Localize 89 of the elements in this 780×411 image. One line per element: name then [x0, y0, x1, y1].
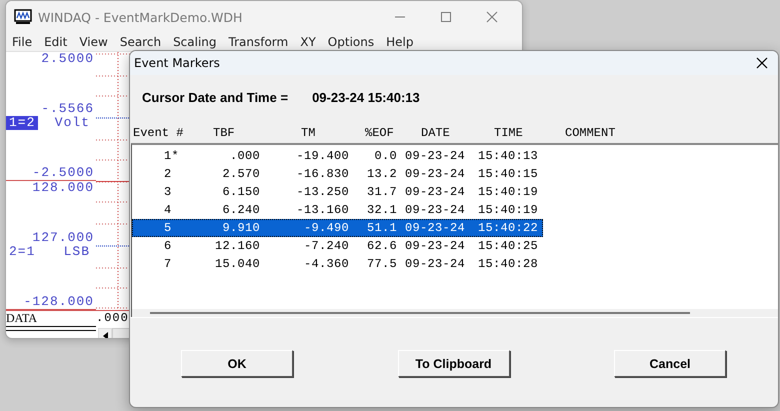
event-row[interactable]: 5 9.910 -9.490 51.1 09-23-24 15:40:22: [132, 219, 543, 237]
left-arrow-icon: [102, 332, 108, 338]
table-cell-text: 15:40:19: [478, 203, 540, 217]
table-cell-text: 6.150: [221, 185, 260, 199]
cursor-value: 09-23-24 15:40:13: [312, 90, 420, 104]
table-cell-text: -19.400: [295, 149, 349, 163]
table-cell-text: 62.6: [366, 239, 397, 253]
column-header: TBF: [213, 126, 236, 140]
waveform-icon: [14, 9, 32, 25]
table-cell-text: -16.830: [295, 167, 349, 181]
table-cell-text: -4.360: [302, 257, 349, 271]
column-header: TIME: [494, 126, 524, 140]
scrollbar-track[interactable]: [150, 312, 690, 314]
column-header: COMMENT: [565, 126, 616, 140]
data-value: .000: [96, 311, 129, 325]
table-cell-text: .000: [228, 149, 260, 163]
table-cell-text: -9.490: [302, 221, 349, 235]
table-cell-text: -7.240: [302, 239, 349, 253]
table-cell-text: 6.240: [221, 203, 260, 217]
column-header: DATE: [421, 126, 451, 140]
table-cell-text: 15:40:13: [478, 149, 540, 163]
table-cell-text: 15:40:22: [478, 221, 540, 235]
column-header: TM: [301, 126, 316, 140]
table-cell-text: 15:40:28: [478, 257, 540, 271]
table-cell-text: 15.040: [214, 257, 260, 271]
table-cell-text: 15:40:25: [478, 239, 540, 253]
table-cell-text: 09-23-24: [405, 221, 466, 235]
column-header: %EOF: [365, 126, 395, 140]
menu-item[interactable]: Scaling: [173, 35, 217, 49]
channel-unit: Volt: [54, 116, 91, 130]
menu-item[interactable]: File: [12, 35, 32, 49]
channel-number[interactable]: 1=2: [6, 116, 38, 130]
dialog-button[interactable]: Cancel: [614, 350, 726, 377]
table-cell-text: 09-23-24: [405, 149, 466, 163]
table-cell-text: 32.1: [366, 203, 397, 217]
scale-value: -128.000: [24, 295, 94, 309]
table-cell-text: 13.2: [366, 167, 397, 181]
menu-item[interactable]: Edit: [44, 35, 68, 49]
column-header: Event #: [133, 126, 184, 140]
event-row[interactable]: 1* .000 -19.400 0.0 09-23-24 15:40:13: [132, 147, 543, 165]
table-cell-text: 15:40:19: [478, 185, 540, 199]
event-row[interactable]: 2 2.570 -16.830 13.2 09-23-24 15:40:15: [132, 165, 543, 183]
menu-item[interactable]: Options: [328, 35, 374, 49]
scale-value: 127.000: [32, 230, 94, 245]
table-cell-text: 77.5: [366, 257, 397, 271]
table-cell-text: 5: [163, 221, 173, 235]
table-cell-text: 9.910: [221, 221, 260, 235]
table-cell-text: 09-23-24: [405, 203, 466, 217]
scale-value: -.5566: [41, 102, 94, 116]
table-cell-text: 15:40:15: [478, 167, 540, 181]
channel-unit: LSB: [64, 244, 91, 259]
dialog-button[interactable]: To Clipboard: [398, 350, 510, 377]
table-cell-text: 12.160: [214, 239, 260, 253]
table-cell-text: 2.570: [221, 167, 260, 181]
table-cell-text: 1*: [163, 149, 180, 163]
event-row[interactable]: 3 6.150 -13.250 31.7 09-23-24 15:40:19: [132, 183, 543, 201]
table-cell-text: 2: [163, 167, 173, 181]
table-cell-text: 09-23-24: [405, 257, 466, 271]
table-cell-text: -13.160: [295, 203, 349, 217]
menu-item[interactable]: Help: [386, 35, 414, 49]
scale-value: -2.5000: [32, 166, 94, 180]
scale-value: 2.5000: [41, 52, 94, 66]
table-cell-text: 3: [163, 185, 173, 199]
dialog-button[interactable]: OK: [181, 350, 293, 377]
table-cell-text: 0.0: [373, 149, 397, 163]
table-cell-text: 09-23-24: [405, 239, 466, 253]
scale-value: 128.000: [32, 180, 94, 194]
table-cell-text: -13.250: [295, 185, 349, 199]
menu-item[interactable]: View: [79, 35, 108, 49]
table-cell-text: 6: [163, 239, 173, 253]
table-cell-text: 09-23-24: [405, 185, 466, 199]
menu-item[interactable]: Search: [120, 35, 162, 49]
channel-number[interactable]: 2=1: [6, 244, 38, 259]
table-cell-text: 09-23-24: [405, 167, 466, 181]
cursor-label: Cursor Date and Time =: [142, 90, 288, 104]
menu-item[interactable]: Transform: [228, 35, 288, 49]
table-cell-text: 4: [163, 203, 173, 217]
event-row[interactable]: 4 6.240 -13.160 32.1 09-23-24 15:40:19: [132, 201, 543, 219]
table-cell-text: 31.7: [366, 185, 397, 199]
close-icon[interactable]: [756, 57, 768, 69]
data-label: DATA: [6, 310, 38, 326]
table-cell-text: 7: [163, 257, 173, 271]
table-cell-text: 51.1: [366, 221, 397, 235]
maximize-icon[interactable]: [440, 11, 452, 23]
event-row[interactable]: 7 15.040 -4.360 77.5 09-23-24 15:40:28: [132, 255, 543, 273]
menu-item[interactable]: XY: [300, 35, 316, 49]
event-row[interactable]: 6 12.160 -7.240 62.6 09-23-24 15:40:25: [132, 237, 543, 255]
window-title: WINDAQ - EventMarkDemo.WDH: [38, 10, 242, 24]
dialog-title: Event Markers: [134, 56, 220, 70]
